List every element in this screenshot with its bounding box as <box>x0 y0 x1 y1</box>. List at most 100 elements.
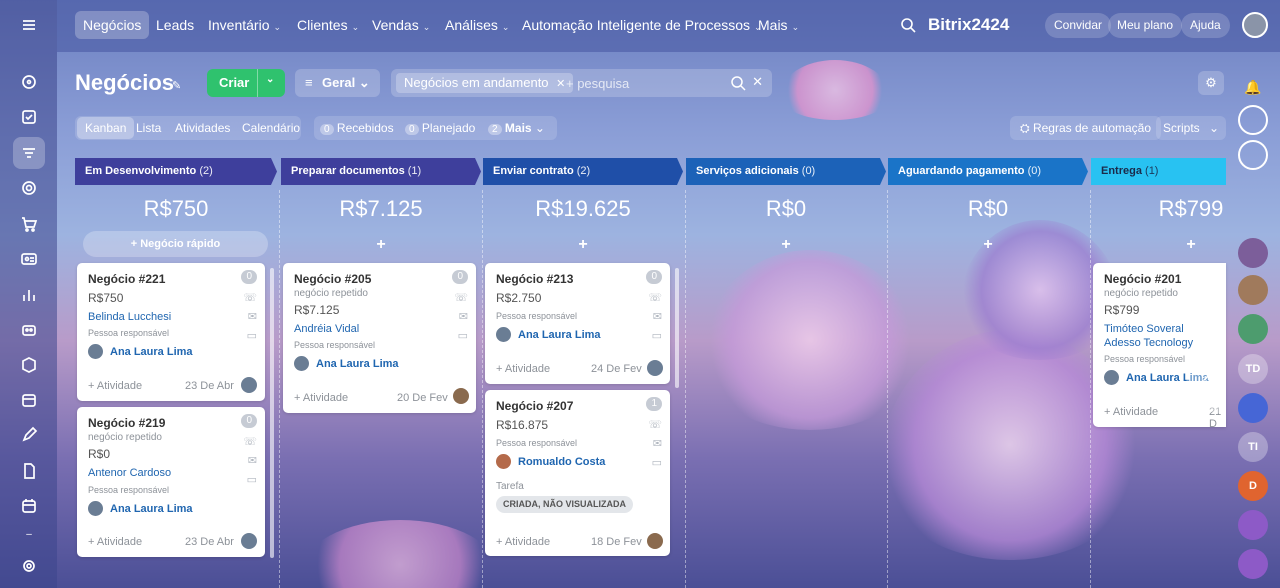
phone-icon[interactable]: ☏ <box>243 291 257 304</box>
phone-icon[interactable]: ☏ <box>454 291 468 304</box>
deal-card-221[interactable]: Negócio #221 0 R$750 Belinda Lucchesi Pe… <box>77 263 265 401</box>
nav-analises[interactable]: Análises ⌄ <box>437 11 517 39</box>
responsible-person[interactable]: Ana Laura Lima <box>88 344 193 359</box>
nav-leads[interactable]: Leads <box>148 11 202 39</box>
add-deal-plus-icon[interactable]: + <box>483 236 683 254</box>
avatar[interactable] <box>1238 314 1268 344</box>
close-icon[interactable]: ✕ <box>556 78 565 90</box>
add-deal-plus-icon[interactable]: + <box>888 236 1088 254</box>
robot-icon[interactable] <box>18 318 40 340</box>
contact-link[interactable]: Timóteo Soveral <box>1104 323 1184 335</box>
brand-logo[interactable]: Bitrix2424 <box>928 15 1009 35</box>
user-avatar[interactable] <box>1242 12 1268 38</box>
filter-search-box[interactable]: Negócios em andamento ✕ + pesquisa ✕ <box>391 69 772 97</box>
chat-bubble-icon[interactable] <box>1238 140 1268 170</box>
chat-icon[interactable] <box>18 71 40 93</box>
settings-icon[interactable] <box>18 555 40 577</box>
help-button[interactable]: Ajuda <box>1181 13 1230 38</box>
comment-icon[interactable]: ▭ <box>247 473 257 486</box>
nav-clientes[interactable]: Clientes ⌄ <box>289 11 367 39</box>
avatar[interactable] <box>1238 275 1268 305</box>
comment-icon[interactable]: ▭ <box>652 329 662 342</box>
tab-atividades[interactable]: Atividades <box>167 116 238 140</box>
deal-card-205[interactable]: Negócio #205 0 negócio repetido R$7.125 … <box>283 263 476 413</box>
bookmark-icon[interactable] <box>1238 393 1268 423</box>
comment-icon[interactable]: ▭ <box>458 329 468 342</box>
column-header[interactable]: Aguardando pagamento (0) <box>888 158 1088 185</box>
nav-negocios[interactable]: Negócios <box>75 11 150 39</box>
deal-card-219[interactable]: Negócio #219 0 negócio repetido R$0 Ante… <box>77 407 265 557</box>
comment-icon[interactable]: ▭ <box>652 456 662 469</box>
phone-icon[interactable]: ☏ <box>648 418 662 431</box>
box-icon[interactable] <box>18 354 40 376</box>
quick-deal-button[interactable]: + Negócio rápido <box>83 231 268 257</box>
responsible-person[interactable]: Ana Laura Lima <box>294 356 399 371</box>
pin-icon[interactable]: ✎ <box>172 79 181 92</box>
group-icon[interactable] <box>1238 549 1268 579</box>
contact-link[interactable]: Antenor Cardoso <box>88 467 171 479</box>
add-activity-link[interactable]: + Atividade <box>88 536 142 548</box>
nav-automacao[interactable]: Automação Inteligente de Processos ⌄ <box>514 11 770 39</box>
add-activity-link[interactable]: + Atividade <box>496 536 550 548</box>
settings-gear-icon[interactable]: ⚙ <box>1198 71 1224 95</box>
avatar-ti[interactable]: TI <box>1238 432 1268 462</box>
nav-mais[interactable]: Mais ⌄ <box>750 11 807 39</box>
add-deal-plus-icon[interactable]: + <box>281 236 481 254</box>
scripts-button[interactable]: Scripts ⌄ <box>1156 116 1226 140</box>
copilot-icon[interactable] <box>1238 105 1268 135</box>
deal-title[interactable]: Negócio #219 <box>88 416 165 430</box>
mail-icon[interactable]: ✉ <box>459 310 468 323</box>
counter-mais[interactable]: 2 Mais ⌄ <box>488 121 545 135</box>
column-header[interactable]: Serviços adicionais (0) <box>686 158 886 185</box>
search-input[interactable]: + pesquisa <box>566 76 629 91</box>
document-icon[interactable] <box>18 460 40 482</box>
chevron-down-icon[interactable]: ⌄ <box>1209 116 1219 140</box>
column-header[interactable]: Entrega (1) <box>1091 158 1226 185</box>
tab-kanban[interactable]: Kanban <box>77 117 135 139</box>
add-activity-link[interactable]: + Atividade <box>294 392 348 404</box>
deal-title[interactable]: Negócio #205 <box>294 272 371 286</box>
add-activity-link[interactable]: + Atividade <box>88 380 142 392</box>
column-header[interactable]: Preparar documentos (1) <box>281 158 481 185</box>
crm-filter-icon[interactable] <box>13 137 45 169</box>
mail-icon[interactable]: ✉ <box>248 454 257 467</box>
avatar-d[interactable]: D <box>1238 471 1268 501</box>
deal-card-207[interactable]: Negócio #207 1 R$16.875 Pessoa responsáv… <box>485 390 670 556</box>
nav-inventario[interactable]: Inventário ⌄ <box>200 11 289 39</box>
scrollbar[interactable] <box>675 268 679 388</box>
invite-button[interactable]: Convidar <box>1045 13 1112 38</box>
mail-icon[interactable]: ✉ <box>653 310 662 323</box>
search-icon[interactable] <box>900 17 916 33</box>
create-button[interactable]: Criar ⌄ <box>207 69 285 97</box>
contact-link[interactable]: Belinda Lucchesi <box>88 311 171 323</box>
tab-calendario[interactable]: Calendário <box>234 116 308 140</box>
calendar-icon[interactable] <box>18 495 40 517</box>
pen-icon[interactable] <box>18 424 40 446</box>
responsible-person[interactable]: Ana Laura Lima <box>88 501 193 516</box>
add-activity-link[interactable]: + Atividade <box>1104 406 1158 418</box>
group-icon[interactable] <box>1238 510 1268 540</box>
company-link[interactable]: Adesso Tecnology <box>1104 337 1193 349</box>
filter-chip[interactable]: Negócios em andamento ✕ <box>396 73 574 93</box>
tab-lista[interactable]: Lista <box>128 116 169 140</box>
responsible-person[interactable]: Romualdo Costa <box>496 454 605 469</box>
chevron-down-icon[interactable]: ⌄ <box>266 74 274 85</box>
general-button[interactable]: ≡ Geral ⌄ <box>295 69 380 97</box>
phone-icon[interactable]: ☏ <box>648 291 662 304</box>
comment-icon[interactable]: ▭ <box>247 329 257 342</box>
menu-icon[interactable] <box>18 14 40 36</box>
avatar-td[interactable]: TD <box>1238 354 1268 384</box>
bell-icon[interactable]: 🔔 <box>1238 72 1268 102</box>
target-icon[interactable] <box>18 177 40 199</box>
mail-icon[interactable]: ✉ <box>653 437 662 450</box>
responsible-person[interactable]: Ana Laura Lima <box>496 327 601 342</box>
contacts-icon[interactable] <box>18 248 40 270</box>
plan-button[interactable]: Meu plano <box>1108 13 1183 38</box>
deal-title[interactable]: Negócio #213 <box>496 272 573 286</box>
deal-title[interactable]: Negócio #201 <box>1104 272 1181 286</box>
automation-rules-button[interactable]: ⛭ Regras de automação <box>1010 116 1162 140</box>
avatar[interactable] <box>1238 238 1268 268</box>
deal-card-213[interactable]: Negócio #213 0 R$2.750 Pessoa responsáve… <box>485 263 670 384</box>
search-icon[interactable] <box>730 75 746 91</box>
add-deal-plus-icon[interactable]: + <box>1151 236 1231 254</box>
